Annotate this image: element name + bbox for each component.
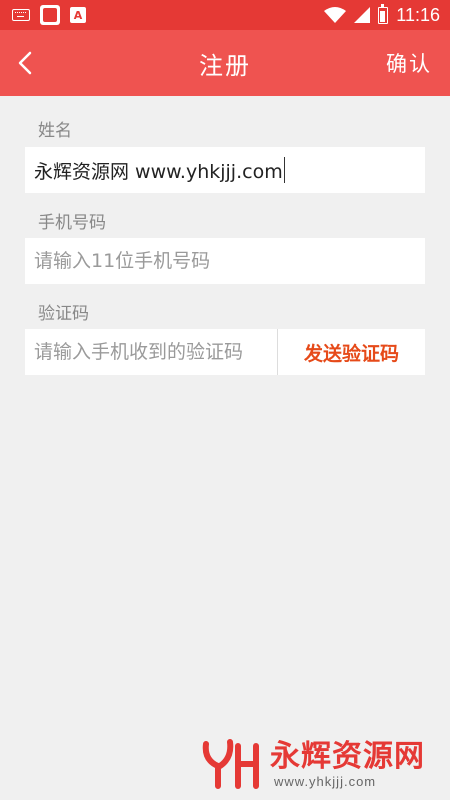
keyboard-icon	[12, 9, 30, 21]
chevron-left-icon[interactable]	[14, 50, 38, 76]
name-value: 永辉资源网 www.yhkjjj.com	[34, 160, 283, 183]
signal-icon	[354, 7, 371, 23]
wifi-icon	[324, 7, 347, 23]
confirm-button[interactable]: 确认	[386, 48, 432, 78]
battery-icon	[378, 3, 389, 24]
page-title: 注册	[199, 51, 251, 80]
code-field-box: 发送验证码	[25, 329, 425, 375]
app-bar: 注册 确认	[0, 30, 450, 96]
phone-field-box	[25, 238, 425, 284]
send-code-button[interactable]: 发送验证码	[278, 329, 425, 375]
status-time: 11:16	[396, 4, 440, 25]
name-input[interactable]: 永辉资源网 www.yhkjjj.com	[25, 157, 286, 184]
code-input[interactable]	[25, 329, 277, 375]
watermark-brand: 永辉资源网	[270, 738, 425, 774]
yh-logo-icon	[200, 736, 264, 792]
code-label: 验证码	[38, 304, 89, 324]
watermark-url: www.yhkjjj.com	[274, 773, 377, 789]
phone-input[interactable]	[25, 238, 425, 284]
name-label: 姓名	[38, 121, 72, 141]
phone-label: 手机号码	[38, 213, 106, 233]
a-icon: A	[70, 7, 86, 23]
name-field[interactable]: 永辉资源网 www.yhkjjj.com	[25, 147, 425, 193]
watermark: 永辉资源网 www.yhkjjj.com	[200, 732, 440, 796]
status-bar: A 11:16	[0, 0, 450, 30]
app-notification-icon	[40, 5, 60, 25]
text-caret	[283, 157, 286, 183]
